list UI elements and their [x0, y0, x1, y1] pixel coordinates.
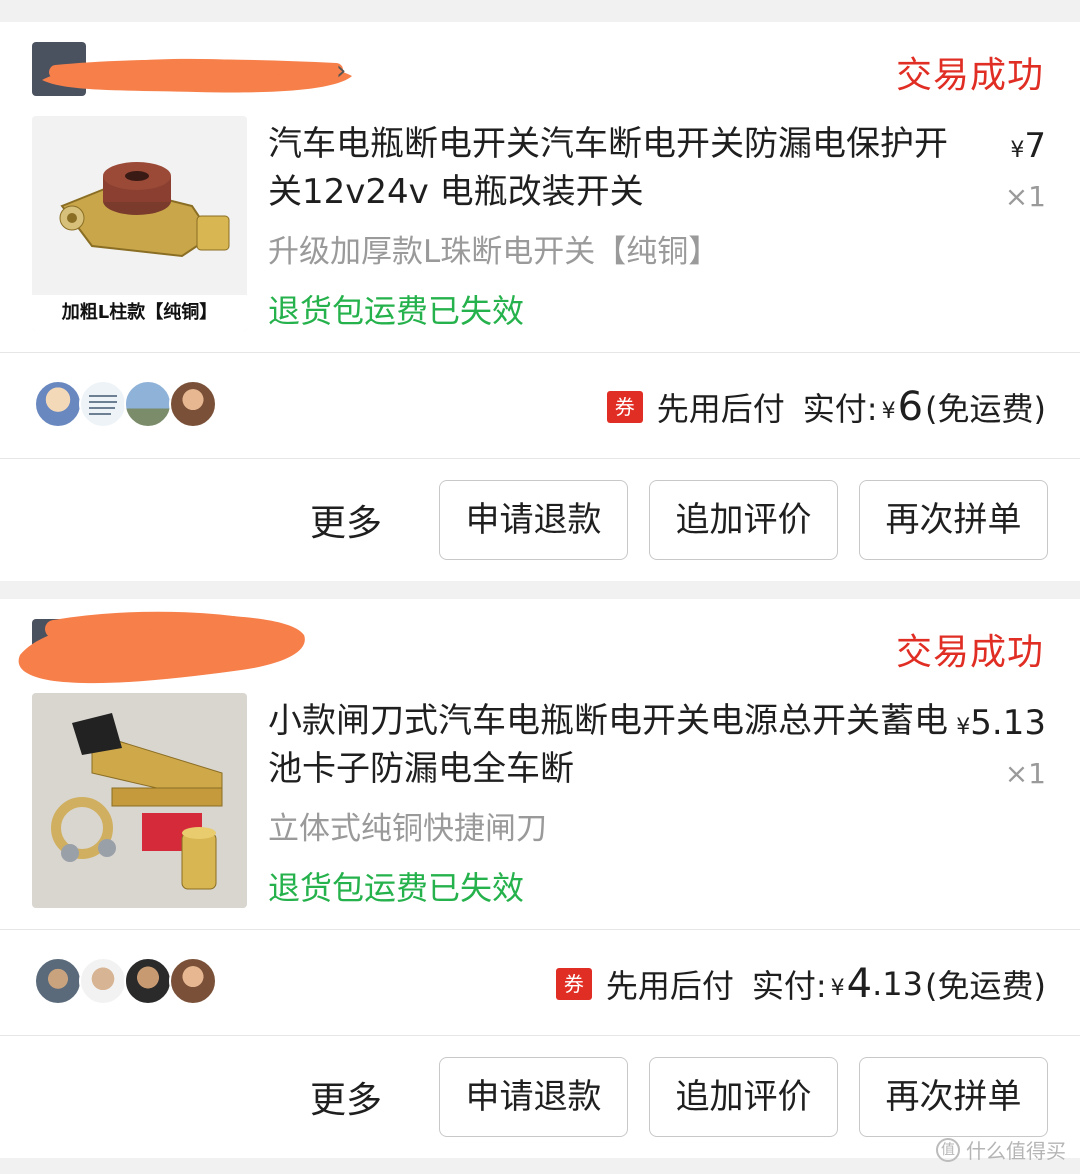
free-shipping-label: (免运费) [925, 390, 1046, 428]
avatar [169, 380, 217, 428]
order-card[interactable]: › 交易成功 加粗L柱款【纯铜】 汽车电瓶断电开关汽车断电开关防漏电保护开关12… [0, 22, 1080, 581]
coupon-icon: 券 [555, 968, 592, 1000]
payment-summary: 券 先用后付 实付: ¥ 6 (免运费) [606, 382, 1046, 432]
product-price: ¥5.13 [956, 703, 1046, 743]
avatar [169, 957, 217, 1005]
order-status: 交易成功 [895, 55, 1044, 96]
paid-label: 实付: [802, 390, 878, 428]
reorder-button[interactable]: 再次拼单 [859, 480, 1048, 560]
more-button[interactable]: 更多 [310, 1071, 382, 1123]
return-shipping-note: 退货包运费已失效 [268, 292, 525, 330]
avatar [34, 957, 82, 1005]
paid-label: 实付: [751, 967, 827, 1005]
product-title[interactable]: 汽车电瓶断电开关汽车断电开关防漏电保护开关12v24v 电瓶改装开关 [268, 120, 980, 216]
divider [0, 458, 1080, 459]
product-image[interactable] [32, 693, 247, 908]
watermark: 值 什么值得买 [936, 1135, 1066, 1164]
divider [0, 352, 1080, 353]
pay-later-label: 先用后付 [605, 967, 734, 1005]
paid-amount-decimal: .13 [872, 965, 924, 1003]
add-review-button[interactable]: 追加评价 [649, 1057, 838, 1137]
avatar [79, 957, 127, 1005]
knife-switch-illustration [32, 693, 247, 908]
order-status: 交易成功 [895, 632, 1044, 673]
avatar [124, 380, 172, 428]
refund-button[interactable]: 申请退款 [439, 1057, 628, 1137]
shop-header[interactable]: 汽 交易成功 [0, 599, 1080, 691]
payment-summary: 券 先用后付 实付: ¥ 4 .13 (免运费) [555, 959, 1046, 1009]
redaction-scribble [18, 611, 305, 684]
image-caption: 加粗L柱款【纯铜】 [32, 295, 247, 331]
reorder-button[interactable]: 再次拼单 [859, 1057, 1048, 1137]
product-spec: 立体式纯铜快捷闸刀 [268, 811, 547, 847]
product-quantity: ×1 [1004, 757, 1046, 790]
shop-header[interactable]: › 交易成功 [0, 22, 1080, 114]
avatar [34, 380, 82, 428]
avatar [79, 380, 127, 428]
product-title[interactable]: 小款闸刀式汽车电瓶断电开关电源总开关蓄电池卡子防漏电全车断 [268, 697, 958, 793]
add-review-button[interactable]: 追加评价 [649, 480, 838, 560]
redaction-scribble [42, 58, 352, 93]
divider [0, 929, 1080, 930]
currency-symbol: ¥ [830, 976, 845, 1001]
return-shipping-note: 退货包运费已失效 [268, 869, 525, 907]
smzdm-logo-icon: 值 [936, 1137, 960, 1162]
refund-button[interactable]: 申请退款 [439, 480, 628, 560]
product-spec: 升级加厚款L珠断电开关【纯铜】 [268, 234, 720, 270]
pay-later-label: 先用后付 [656, 390, 785, 428]
paid-amount: 6 [897, 384, 924, 430]
paid-amount: 4 [846, 961, 873, 1007]
order-card[interactable]: 汽 交易成功 小款闸刀式汽车电瓶断电开关电源总开关蓄电池卡子防漏电全车断 立体式… [0, 599, 1080, 1158]
free-shipping-label: (免运费) [925, 967, 1046, 1005]
coupon-icon: 券 [606, 391, 643, 423]
product-quantity: ×1 [1004, 180, 1046, 213]
chevron-right-icon[interactable]: › [336, 56, 346, 86]
product-image[interactable]: 加粗L柱款【纯铜】 [32, 116, 247, 331]
product-price: ¥7 [1010, 126, 1046, 166]
divider [0, 1035, 1080, 1036]
currency-symbol: ¥ [881, 399, 896, 424]
more-button[interactable]: 更多 [310, 494, 382, 546]
avatar [124, 957, 172, 1005]
